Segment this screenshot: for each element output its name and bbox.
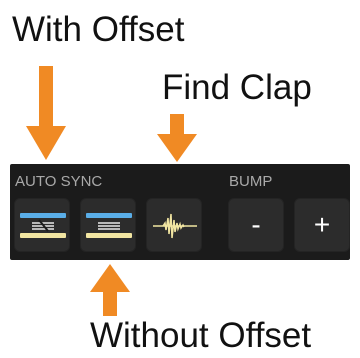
find-clap-button[interactable]: [146, 198, 202, 252]
bump-minus-button[interactable]: -: [228, 198, 284, 252]
plus-label: +: [313, 209, 331, 240]
annotation-with-offset: With Offset: [12, 10, 185, 49]
arrow-up-icon: [90, 264, 130, 316]
sync-no-offset-icon: [86, 213, 132, 238]
sync-offset-icon: [20, 213, 66, 238]
sync-control-panel: AUTO SYNC BUMP - +: [10, 164, 350, 260]
auto-sync-label: AUTO SYNC: [15, 173, 103, 190]
waveform-icon: [153, 213, 197, 239]
arrow-down-icon: [157, 114, 197, 162]
arrow-down-icon: [26, 66, 66, 160]
minus-label: -: [251, 209, 261, 240]
bump-label: BUMP: [229, 173, 273, 190]
auto-sync-without-offset-button[interactable]: [80, 198, 136, 252]
annotation-without-offset: Without Offset: [90, 316, 312, 355]
auto-sync-with-offset-button[interactable]: [14, 198, 70, 252]
annotation-find-clap: Find Clap: [162, 68, 312, 107]
bump-plus-button[interactable]: +: [294, 198, 350, 252]
